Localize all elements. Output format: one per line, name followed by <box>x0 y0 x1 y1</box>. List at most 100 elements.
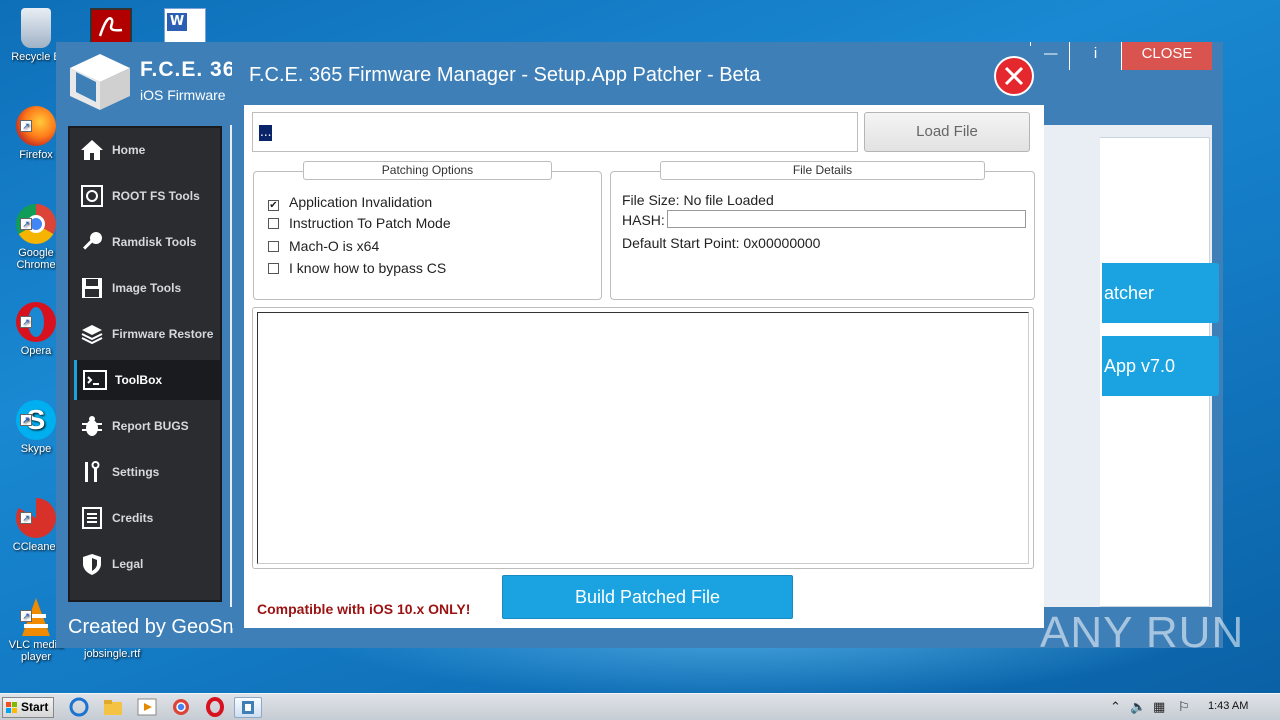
dialog-close-button[interactable] <box>994 56 1034 96</box>
checkbox-icon[interactable] <box>268 218 279 229</box>
tools-icon <box>85 461 100 482</box>
skype-icon: S ↗ <box>16 400 56 440</box>
sidebar-item-toolbox[interactable]: ToolBox <box>74 360 220 400</box>
file-details-group: File Details File Size: No file Loaded H… <box>610 161 1035 300</box>
layers-icon <box>81 325 103 345</box>
anyrun-watermark: ANY RUN <box>1040 608 1245 657</box>
compatibility-note: Compatible with iOS 10.x ONLY! <box>257 601 471 617</box>
list-icon <box>82 507 102 529</box>
firefox-icon: ↗ <box>16 106 56 146</box>
start-point-text: Default Start Point: 0x00000000 <box>622 235 821 251</box>
fce365-taskbar-button[interactable] <box>234 697 262 718</box>
option-label: I know how to bypass CS <box>289 260 447 276</box>
sidebar-item-label: Image Tools <box>112 281 182 295</box>
build-patched-file-button[interactable]: Build Patched File <box>502 575 793 619</box>
load-file-button[interactable]: Load File <box>864 112 1030 152</box>
ie-icon[interactable] <box>68 697 92 718</box>
option-bypass-cs[interactable]: I know how to bypass CS <box>268 260 446 276</box>
action-center-flag-icon[interactable]: ⚐ <box>1178 700 1190 715</box>
sidebar-item-label: Credits <box>112 511 154 525</box>
sidebar-item-label: Report BUGS <box>112 419 189 433</box>
recycle-bin-icon <box>21 8 51 48</box>
option-instruction-to-patch-mode[interactable]: Instruction To Patch Mode <box>268 215 451 231</box>
sidebar-item-report-bugs[interactable]: Report BUGS <box>74 406 220 446</box>
hash-label: HASH: <box>622 212 665 228</box>
output-log[interactable] <box>257 312 1029 564</box>
sidebar-item-home[interactable]: Home <box>74 130 220 170</box>
dialog-body: ... Load File Patching Options ✔ Applicat… <box>244 105 1044 628</box>
checkbox-checked-icon[interactable]: ✔ <box>268 200 279 211</box>
sidebar-item-label: Ramdisk Tools <box>112 235 197 249</box>
close-button[interactable]: CLOSE <box>1122 42 1212 70</box>
info-button[interactable]: i <box>1070 42 1122 70</box>
sidebar-item-label: Firmware Restore <box>112 327 214 341</box>
output-log-frame <box>252 307 1034 569</box>
floppy-icon <box>82 278 102 298</box>
file-path-value: ... <box>259 125 273 141</box>
sidebar-item-credits[interactable]: Credits <box>74 498 220 538</box>
app-logo-subtitle: iOS Firmware <box>140 87 226 103</box>
opera-taskbar-icon[interactable] <box>204 697 228 718</box>
hash-field[interactable] <box>667 210 1026 228</box>
clock[interactable]: 1:43 AM <box>1208 700 1248 712</box>
sidebar-item-legal[interactable]: Legal <box>74 544 220 584</box>
ccleaner-icon: ↗ <box>16 498 56 538</box>
word-document-icon[interactable]: W <box>164 8 206 44</box>
checkbox-icon[interactable] <box>268 263 279 274</box>
windows-logo-icon <box>6 702 17 713</box>
option-label: Application Invalidation <box>289 194 433 210</box>
sidebar-item-ramdisk-tools[interactable]: Ramdisk Tools <box>74 222 220 262</box>
patching-options-group: Patching Options ✔ Application Invalidati… <box>253 161 602 300</box>
bug-icon <box>82 416 102 436</box>
close-icon <box>1004 66 1024 86</box>
sidebar-item-label: Settings <box>112 465 160 479</box>
volume-icon[interactable]: 🔈 <box>1130 700 1146 715</box>
file-size-text: File Size: No file Loaded <box>622 192 774 208</box>
sidebar-item-label: ROOT FS Tools <box>112 189 200 203</box>
dialog-title: F.C.E. 365 Firmware Manager - Setup.App … <box>249 64 761 86</box>
root-fs-icon <box>81 185 103 207</box>
desktop-icon-label: Opera <box>20 345 52 357</box>
chrome-icon: ↗ <box>16 204 56 244</box>
patcher-dialog: F.C.E. 365 Firmware Manager - Setup.App … <box>232 46 1044 628</box>
option-mach-o-x64[interactable]: Mach-O is x64 <box>268 238 379 254</box>
sidebar-item-settings[interactable]: Settings <box>74 452 220 492</box>
desktop-icon-label: Google Chrome <box>16 247 56 271</box>
explorer-icon[interactable] <box>102 697 126 718</box>
bg-patcher-button[interactable]: atcher <box>1102 263 1219 323</box>
key-icon <box>83 232 102 250</box>
app-logo-icon <box>68 52 132 112</box>
network-icon[interactable]: ▦ <box>1153 700 1165 715</box>
sidebar-item-image-tools[interactable]: Image Tools <box>74 268 220 308</box>
media-player-icon[interactable] <box>136 697 160 718</box>
file-details-header: File Details <box>660 161 985 180</box>
sidebar-item-label: Home <box>112 143 146 157</box>
desktop-icon-label: Recycle B <box>11 51 61 63</box>
option-application-invalidation[interactable]: ✔ Application Invalidation <box>268 194 432 211</box>
sidebar: Home ROOT FS Tools Ramdisk Tools Image T… <box>68 126 222 602</box>
taskbar: Start ⌃ 🔈 ▦ ⚐ 1:43 AM <box>0 693 1280 720</box>
sidebar-item-label: ToolBox <box>115 373 163 387</box>
sidebar-item-label: Legal <box>112 557 144 571</box>
checkbox-icon[interactable] <box>268 241 279 252</box>
opera-icon: ↗ <box>16 302 56 342</box>
terminal-icon <box>83 370 107 390</box>
desktop-icon-label: Skype <box>20 443 52 455</box>
patching-options-header: Patching Options <box>303 161 552 180</box>
bg-app-button[interactable]: App v7.0 <box>1102 336 1219 396</box>
desktop-file-label[interactable]: jobsingle.rtf <box>84 648 140 660</box>
desktop-icon-label: Firefox <box>19 149 53 161</box>
start-label: Start <box>21 700 49 714</box>
sidebar-item-firmware-restore[interactable]: Firmware Restore <box>74 314 220 354</box>
pdf-reader-icon[interactable] <box>90 8 132 44</box>
option-label: Instruction To Patch Mode <box>289 215 451 231</box>
file-path-input[interactable]: ... <box>252 112 858 152</box>
start-button[interactable]: Start <box>2 697 54 718</box>
chrome-taskbar-icon[interactable] <box>170 697 194 718</box>
app-logo-title: F.C.E. 36 <box>140 58 236 81</box>
option-label: Mach-O is x64 <box>289 238 380 254</box>
vlc-icon: ↗ <box>16 596 56 636</box>
tray-expand-icon[interactable]: ⌃ <box>1110 700 1121 715</box>
desktop-icon-label: CCleaner <box>12 541 60 553</box>
sidebar-item-root-fs-tools[interactable]: ROOT FS Tools <box>74 176 220 216</box>
